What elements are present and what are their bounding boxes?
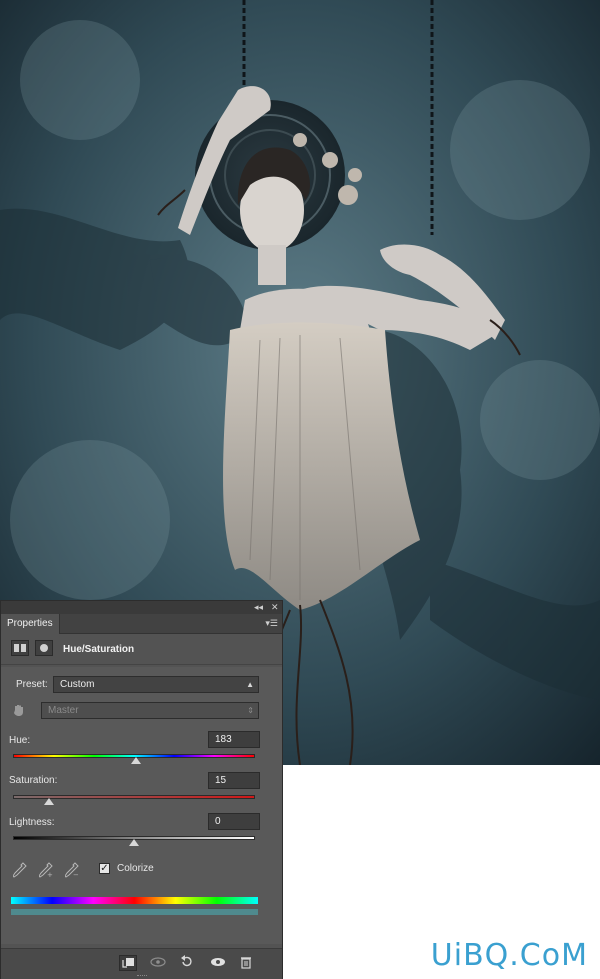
output-color-bar (11, 909, 258, 915)
preset-select[interactable]: Custom ▲ (53, 676, 259, 693)
svg-text:+: + (47, 871, 53, 878)
trash-icon[interactable] (239, 955, 257, 971)
panel-top-bar: ◂◂ ✕ (1, 601, 282, 614)
eyedropper-icon[interactable] (12, 862, 27, 878)
reset-icon[interactable] (179, 955, 197, 971)
saturation-slider-thumb[interactable] (44, 798, 55, 805)
eyedropper-plus-icon[interactable]: + (38, 862, 53, 879)
channel-value: Master (48, 705, 79, 716)
hue-label: Hue: (9, 735, 31, 746)
hand-tool-icon[interactable] (12, 703, 26, 720)
lightness-label: Lightness: (9, 817, 55, 828)
watermark-text: UiBQ.CoM (430, 938, 588, 973)
adjustment-header: Hue/Saturation (1, 633, 282, 665)
hue-slider-thumb[interactable] (130, 757, 141, 764)
resize-grip[interactable] (137, 975, 147, 978)
eyedropper-minus-icon[interactable]: − (64, 862, 79, 879)
hue-input[interactable]: 183 (208, 731, 260, 748)
panel-bottom-toolbar (1, 948, 282, 979)
preset-value: Custom (60, 679, 95, 690)
preset-label: Preset: (16, 679, 48, 690)
view-previous-state-icon[interactable] (149, 955, 167, 971)
svg-text:−: − (73, 871, 79, 878)
adjustment-controls: Preset: Custom ▲ Master ⇕ Hue: 183 Satur… (1, 667, 282, 944)
panel-menu-icon[interactable]: ▾☰ (265, 618, 278, 629)
tab-properties[interactable]: Properties (1, 614, 60, 634)
properties-panel: ◂◂ ✕ Properties ▾☰ Hue/Saturation Preset… (0, 600, 283, 979)
close-icon[interactable]: ✕ (271, 602, 279, 613)
adjustment-title: Hue/Saturation (63, 644, 135, 655)
updown-arrows-icon: ⇕ (247, 706, 254, 715)
layer-mask-icon[interactable] (35, 640, 53, 656)
double-chevron-left-icon[interactable]: ◂◂ (254, 602, 263, 613)
saturation-input[interactable]: 15 (208, 772, 260, 789)
channel-select[interactable]: Master ⇕ (41, 702, 259, 719)
adjustment-layer-icon[interactable] (11, 640, 29, 656)
visibility-eye-icon[interactable] (209, 955, 227, 971)
panel-tab-bar: Properties ▾☰ (1, 614, 282, 634)
lightness-input[interactable]: 0 (208, 813, 260, 830)
clip-to-layer-icon[interactable] (119, 955, 137, 971)
input-hue-spectrum-bar (11, 897, 258, 904)
colorize-checkbox[interactable]: ✓ (99, 863, 110, 874)
lightness-slider-thumb[interactable] (129, 839, 139, 846)
saturation-label: Saturation: (9, 775, 58, 786)
colorize-label: Colorize (117, 863, 154, 874)
updown-arrows-icon: ▲ (246, 680, 254, 689)
